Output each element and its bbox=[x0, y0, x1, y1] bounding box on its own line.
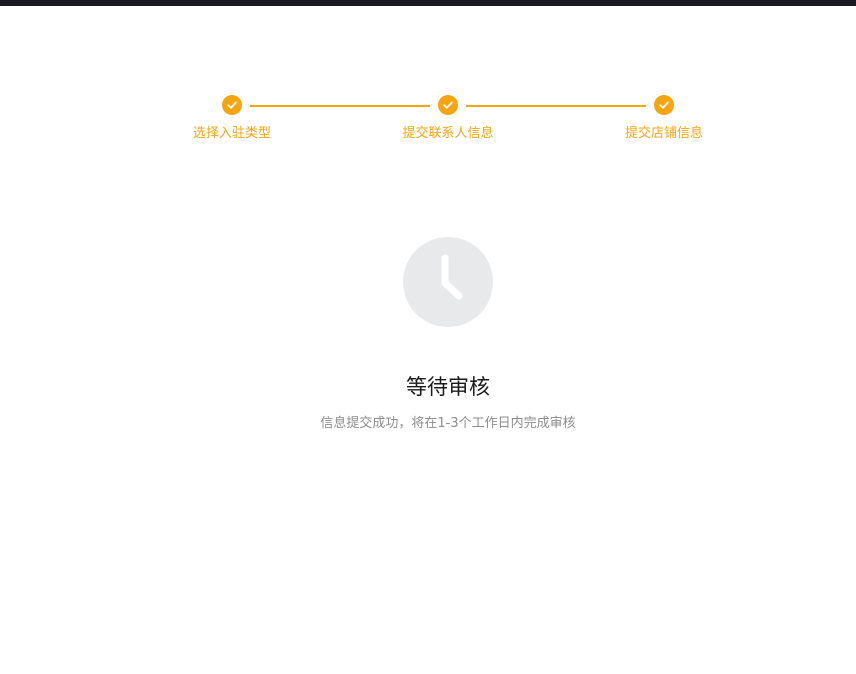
step-connector-2 bbox=[466, 105, 646, 107]
step-1-label: 选择入驻类型 bbox=[192, 126, 271, 141]
step-2-label: 提交联系人信息 bbox=[402, 126, 494, 141]
top-bar bbox=[0, 0, 856, 6]
step-3-label: 提交店铺信息 bbox=[624, 126, 703, 141]
status-description: 信息提交成功，将在1-3个工作日内完成审核 bbox=[320, 416, 576, 431]
step-2-check-icon bbox=[438, 95, 458, 115]
step-1-check-icon bbox=[222, 95, 242, 115]
step-connector-1 bbox=[250, 105, 430, 107]
status-title: 等待审核 bbox=[406, 375, 490, 399]
step-3-check-icon bbox=[654, 95, 674, 115]
clock-icon bbox=[403, 237, 493, 327]
